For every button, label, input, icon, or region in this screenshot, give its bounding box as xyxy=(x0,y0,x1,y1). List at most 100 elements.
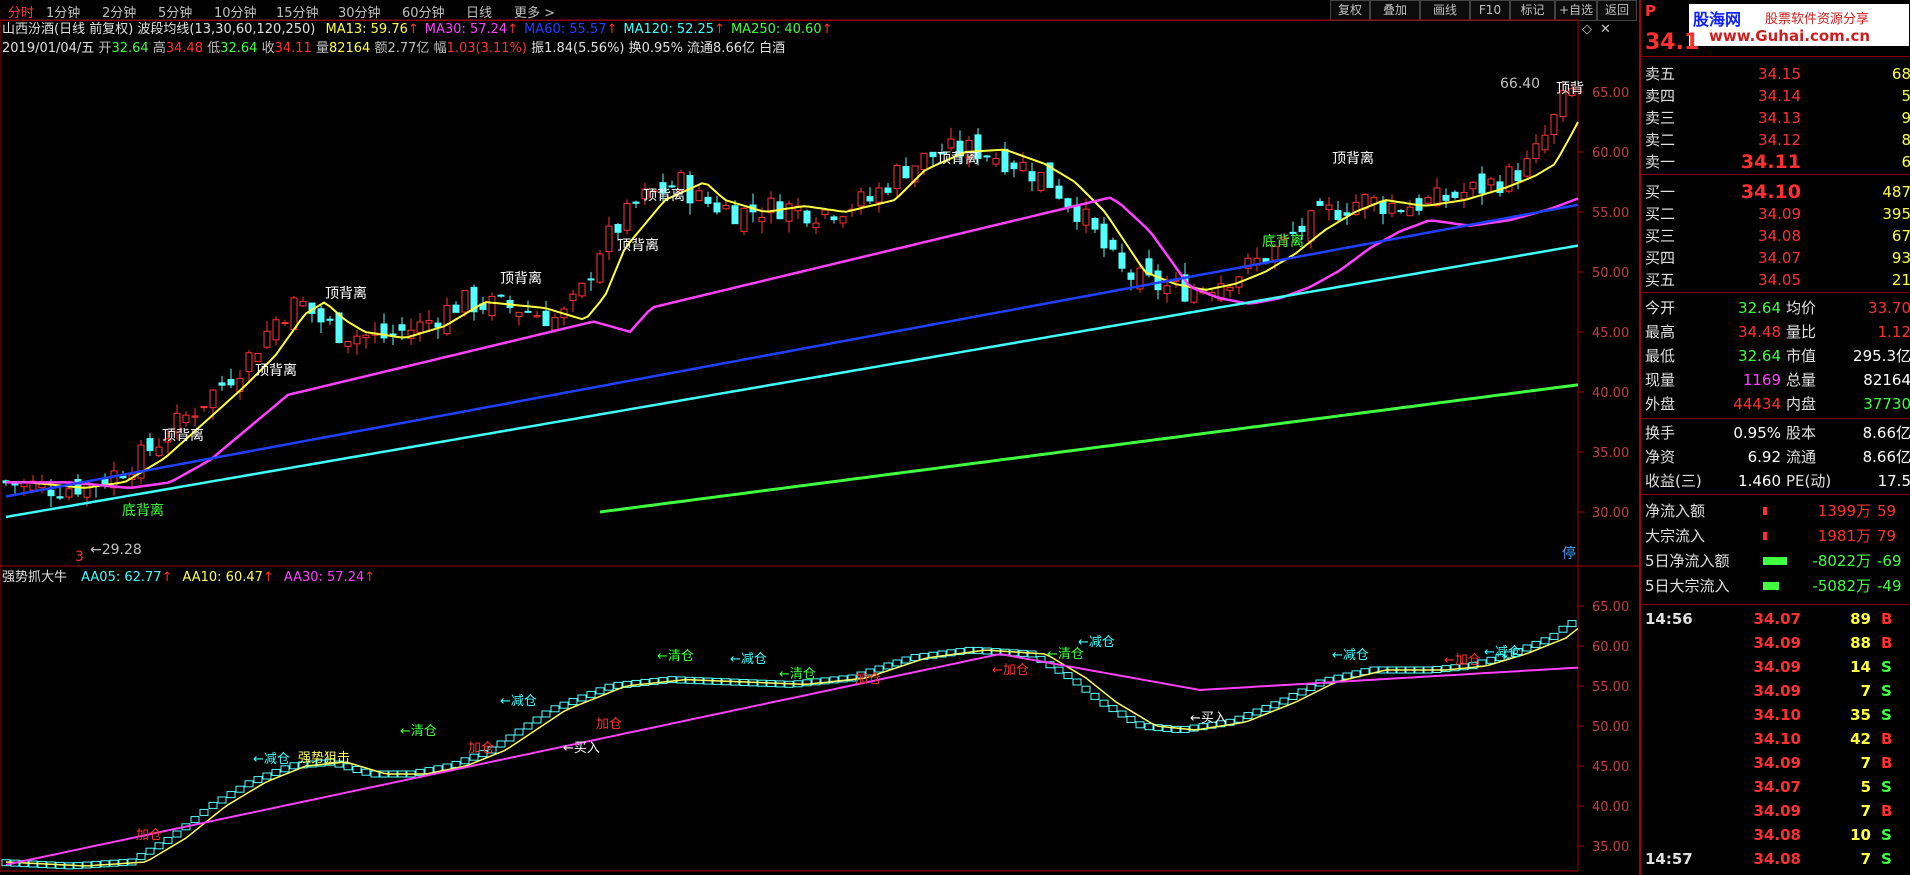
tick-row: 34.08 10 S xyxy=(1641,824,1910,846)
aa05-step xyxy=(604,683,614,691)
flow-value: -8022万 xyxy=(1812,552,1871,570)
aa05-step xyxy=(523,722,533,730)
aa05-step xyxy=(136,853,146,861)
candle-body xyxy=(1388,202,1396,214)
chart-annotation: 底背离 xyxy=(1262,233,1304,250)
candle-body xyxy=(272,319,280,341)
tick-time: 14:56 xyxy=(1645,610,1693,628)
candle-body xyxy=(1424,197,1432,204)
aa05-step xyxy=(1288,693,1298,700)
aa05-step xyxy=(1279,697,1289,705)
tick-row: 34.09 7 B xyxy=(1641,752,1910,774)
y-tick-label: 60.00 xyxy=(1592,146,1629,161)
signal-annotation: ←加仓 xyxy=(1444,653,1481,668)
ma30-line xyxy=(6,196,1579,489)
tick-side: S xyxy=(1881,778,1892,796)
ask-label: 卖五 xyxy=(1645,65,1676,83)
stat-value: 17.5 xyxy=(1877,472,1910,490)
tick-row: 14:57 34.08 7 S xyxy=(1641,848,1910,870)
stat-value: 44434 xyxy=(1733,395,1781,413)
y-tick-label: 40.00 xyxy=(1592,386,1629,401)
chart-annotation: 顶背离 xyxy=(617,237,659,254)
aa10-line xyxy=(5,627,1579,867)
aa05-step xyxy=(910,654,920,662)
tick-side: S xyxy=(1881,850,1892,868)
candle-body xyxy=(884,187,892,193)
aa05-step xyxy=(262,772,272,780)
main-chart-frame xyxy=(0,19,1579,567)
aa05-step xyxy=(892,659,902,667)
aa05-step xyxy=(145,847,155,855)
ask-row: 卖五 34.15 68 xyxy=(1641,63,1910,85)
up-arrow-icon: ↑ xyxy=(364,570,376,585)
y-tick-label: 65.00 xyxy=(1592,86,1629,101)
tick-price: 34.09 xyxy=(1753,802,1801,820)
bid-label: 买二 xyxy=(1645,205,1676,223)
stat-value: 32.64 xyxy=(1738,299,1781,317)
candle-body xyxy=(947,138,955,149)
tick-side: B xyxy=(1881,730,1893,748)
divider xyxy=(1641,604,1910,605)
bid-row: 买三 34.08 67 xyxy=(1641,225,1910,247)
stat-value: 34.48 xyxy=(1738,323,1781,341)
bid-volume: 395 xyxy=(1882,205,1910,223)
aa05-step xyxy=(1531,640,1541,648)
chart-annotation: 顶背离 xyxy=(937,150,979,167)
tick-price: 34.10 xyxy=(1753,730,1801,748)
candle-body xyxy=(1298,225,1306,233)
sub-y-tick-label: 40.00 xyxy=(1592,800,1629,815)
flow-value: 1981万 xyxy=(1817,527,1871,545)
ask-price: 34.14 xyxy=(1758,87,1801,105)
candle-body xyxy=(1532,143,1540,160)
candle-body xyxy=(155,446,163,457)
chart-annotation: 顶背离 xyxy=(1332,150,1374,167)
aa05-step xyxy=(1099,699,1109,707)
candle-body xyxy=(1307,210,1315,242)
bid-label: 买五 xyxy=(1645,271,1676,289)
aa05-step xyxy=(1063,672,1073,680)
candle-body xyxy=(1478,173,1486,194)
candle-body xyxy=(1550,114,1558,136)
stat-label: 收益(三) xyxy=(1645,472,1702,490)
ma250-line xyxy=(599,383,1579,514)
sub-y-tick-label: 45.00 xyxy=(1592,760,1629,775)
tick-price: 34.09 xyxy=(1753,754,1801,772)
candle-body xyxy=(56,496,64,499)
candle-body xyxy=(578,282,586,297)
kline-chart-area[interactable]: 65.00 60.00 55.00 50.00 45.00 40.00 35.00 30.00… xyxy=(0,0,1639,875)
candle-body xyxy=(443,305,451,335)
candle-body xyxy=(596,253,604,283)
candle-body xyxy=(398,324,406,331)
candle-body xyxy=(929,151,937,158)
bid-volume: 487 xyxy=(1882,183,1910,201)
candle-body xyxy=(1001,148,1009,173)
aa05-step xyxy=(154,842,164,850)
stat-label: 外盘 xyxy=(1645,395,1676,413)
tick-row: 34.09 7 S xyxy=(1641,680,1910,702)
candle-body xyxy=(497,294,505,297)
ask-volume: 5 xyxy=(1901,87,1910,105)
chart-annotation: 停 xyxy=(1562,545,1576,562)
candle-body xyxy=(542,310,550,327)
aa05-step xyxy=(559,701,569,709)
divider xyxy=(1641,418,1910,419)
signal-annotation: ←减仓 xyxy=(500,694,537,709)
aa05-step xyxy=(451,760,461,768)
sub-chart-title[interactable]: 强势抓大牛 xyxy=(2,570,67,585)
aa05-step xyxy=(208,801,218,809)
aa05-step xyxy=(1081,685,1091,693)
candlesticks[interactable] xyxy=(2,80,1576,508)
candle-body xyxy=(515,311,523,317)
aa05-step xyxy=(496,740,506,748)
ask-label: 卖四 xyxy=(1645,87,1676,105)
stat-label: 净资 xyxy=(1645,448,1676,466)
aa05-step xyxy=(550,705,560,713)
tick-price: 34.09 xyxy=(1753,682,1801,700)
candle-body xyxy=(1028,171,1036,182)
candle-body xyxy=(1325,204,1333,211)
signal-annotation: ←减仓 xyxy=(253,752,290,767)
tick-volume: 42 xyxy=(1850,730,1871,748)
stat2-row: 换手 0.95% 股本 8.66亿 xyxy=(1641,422,1910,444)
y-tick-label: 55.00 xyxy=(1592,206,1629,221)
sub-chart-frame xyxy=(0,565,1579,872)
